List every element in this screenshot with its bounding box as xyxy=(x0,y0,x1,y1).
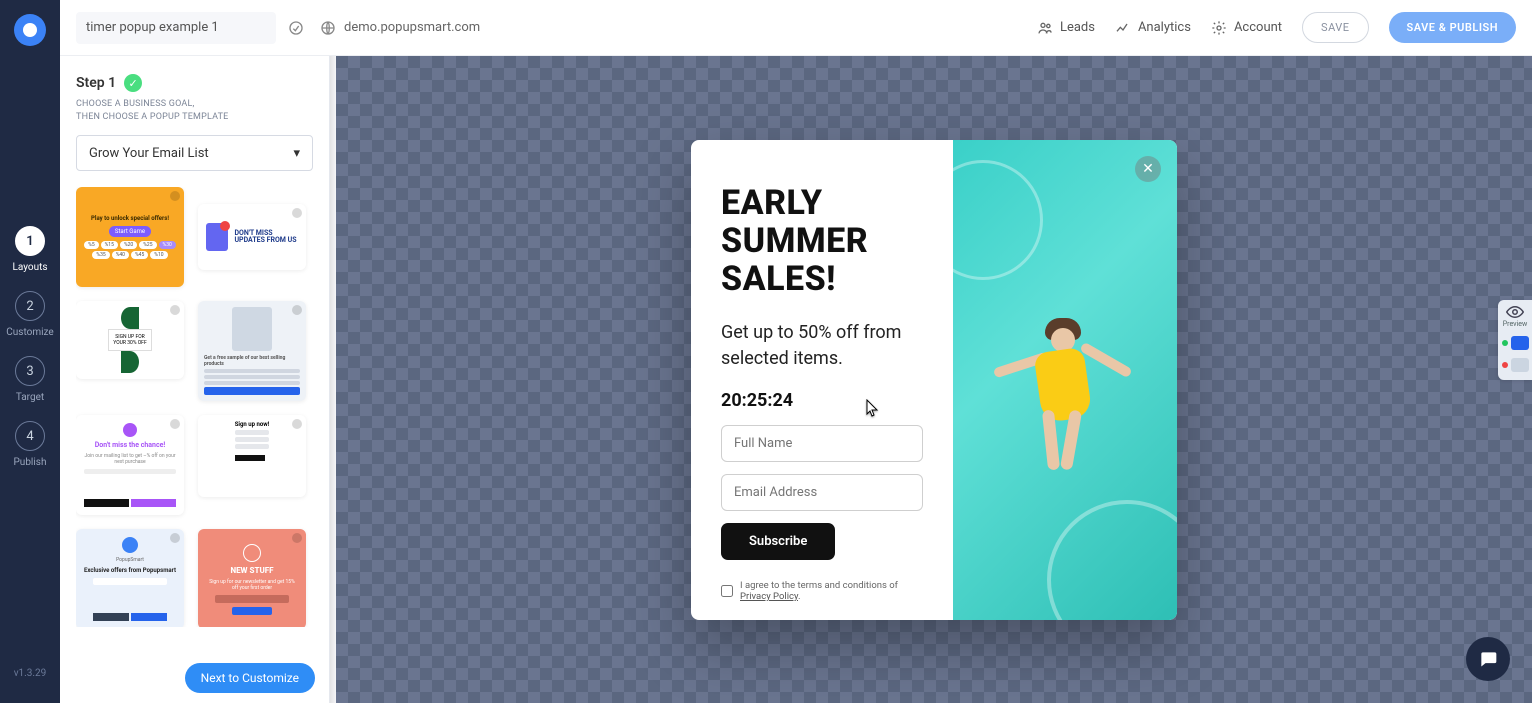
rail-step-label: Publish xyxy=(14,457,47,468)
panel-step-title: Step 1 xyxy=(76,75,116,91)
popup-email-input[interactable] xyxy=(721,474,923,511)
campaign-name-input[interactable] xyxy=(76,12,276,44)
close-icon: ✕ xyxy=(1142,161,1154,177)
rail-step-number: 1 xyxy=(15,226,45,256)
popup-close-button[interactable]: ✕ xyxy=(1135,156,1161,182)
people-icon xyxy=(1037,20,1053,36)
app-logo[interactable] xyxy=(14,14,46,46)
popup-subscribe-button[interactable]: Subscribe xyxy=(721,523,835,560)
template-card[interactable]: DON'T MISS UPDATES FROM US xyxy=(198,204,306,270)
rail-step-number: 4 xyxy=(15,421,45,451)
popup-timer: 20:25:24 xyxy=(721,390,923,411)
popup-image xyxy=(953,140,1177,620)
rail-step-label: Customize xyxy=(6,327,53,338)
rail-step-number: 3 xyxy=(15,356,45,386)
nav-leads[interactable]: Leads xyxy=(1037,20,1095,36)
nav-analytics[interactable]: Analytics xyxy=(1115,20,1191,36)
left-panel: Step 1 ✓ CHOOSE A BUSINESS GOAL, THEN CH… xyxy=(60,56,330,703)
business-goal-select[interactable]: Grow Your Email List ▾ xyxy=(76,135,313,171)
template-card[interactable]: Play to unlock special offers! Start Gam… xyxy=(76,187,184,287)
popup-preview[interactable]: EARLY SUMMER SALES! Get up to 50% off fr… xyxy=(691,140,1177,620)
chevron-down-icon: ▾ xyxy=(293,146,300,161)
goal-selected-value: Grow Your Email List xyxy=(89,146,209,161)
popup-name-input[interactable] xyxy=(721,425,923,462)
rail-step-layouts[interactable]: 1 Layouts xyxy=(12,226,47,273)
preview-toggle[interactable]: Preview xyxy=(1503,306,1527,328)
template-card[interactable]: NEW STUFF Sign up for our newsletter and… xyxy=(198,529,306,627)
template-card[interactable]: PopupSmart Exclusive offers from Popupsm… xyxy=(76,529,184,627)
chat-icon xyxy=(1478,649,1498,669)
step-complete-icon: ✓ xyxy=(124,74,142,92)
nav-label: Analytics xyxy=(1138,20,1191,35)
nav-label: Account xyxy=(1234,20,1282,35)
app-version: v1.3.29 xyxy=(14,668,47,679)
popup-agree-row[interactable]: I agree to the terms and conditions of P… xyxy=(721,580,923,602)
template-card[interactable]: SIGN UP FOR YOUR 30% OFF xyxy=(76,301,184,379)
popup-title: EARLY SUMMER SALES! xyxy=(721,184,923,298)
canvas-preview[interactable]: EARLY SUMMER SALES! Get up to 50% off fr… xyxy=(336,56,1532,703)
template-card[interactable]: Get a free sample of our best selling pr… xyxy=(198,301,306,401)
domain-text: demo.popupsmart.com xyxy=(344,20,480,35)
nav-account[interactable]: Account xyxy=(1211,20,1282,36)
analytics-icon xyxy=(1115,20,1131,36)
preview-device-blue[interactable] xyxy=(1502,336,1529,350)
rail-step-customize[interactable]: 2 Customize xyxy=(6,291,53,338)
save-button[interactable]: SAVE xyxy=(1302,12,1369,43)
left-rail: 1 Layouts 2 Customize 3 Target 4 Publish… xyxy=(0,0,60,703)
panel-subtitle: CHOOSE A BUSINESS GOAL, THEN CHOOSE A PO… xyxy=(76,98,313,123)
domain-indicator[interactable]: demo.popupsmart.com xyxy=(320,20,480,36)
rail-step-publish[interactable]: 4 Publish xyxy=(14,421,47,468)
preview-device-grey[interactable] xyxy=(1502,358,1529,372)
privacy-policy-link[interactable]: Privacy Policy xyxy=(740,591,798,602)
popup-agree-checkbox[interactable] xyxy=(721,585,733,597)
rail-step-number: 2 xyxy=(15,291,45,321)
preview-widget: Preview xyxy=(1498,300,1532,380)
rail-step-target[interactable]: 3 Target xyxy=(15,356,45,403)
eye-icon xyxy=(1506,306,1524,318)
template-card[interactable]: Sign up now! xyxy=(198,415,306,497)
template-card[interactable]: Don't miss the chance! Join our mailing … xyxy=(76,415,184,515)
save-publish-button[interactable]: SAVE & PUBLISH xyxy=(1389,12,1516,43)
popup-description: Get up to 50% off from selected items. xyxy=(721,320,923,372)
rail-step-label: Target xyxy=(16,392,44,403)
templates-grid[interactable]: Play to unlock special offers! Start Gam… xyxy=(76,187,313,627)
gear-icon xyxy=(1211,20,1227,36)
next-to-customize-button[interactable]: Next to Customize xyxy=(185,663,315,693)
preview-label: Preview xyxy=(1503,320,1527,328)
topbar: demo.popupsmart.com Leads Analytics Acco… xyxy=(60,0,1532,56)
nav-label: Leads xyxy=(1060,20,1095,35)
popup-agree-text: I agree to the terms and conditions of P… xyxy=(740,580,923,602)
toggle-icon[interactable] xyxy=(282,14,310,42)
globe-icon xyxy=(320,20,336,36)
chat-button[interactable] xyxy=(1466,637,1510,681)
rail-step-label: Layouts xyxy=(12,262,47,273)
